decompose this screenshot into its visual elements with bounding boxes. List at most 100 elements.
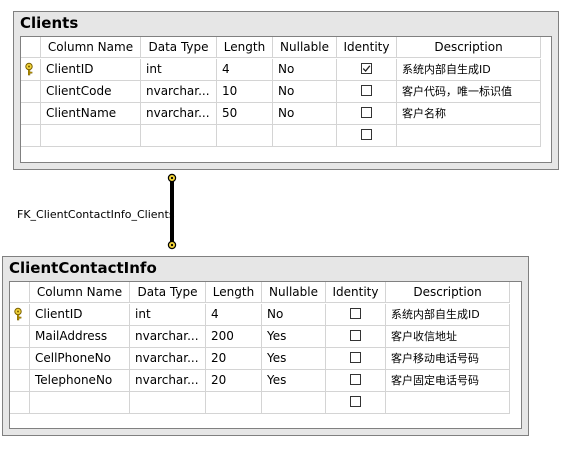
table-client-contact-info[interactable]: ClientContactInfo Column Name Data Type … bbox=[2, 256, 529, 436]
row-selector[interactable] bbox=[10, 370, 30, 392]
identity-cell bbox=[326, 304, 386, 326]
header-row: Column Name Data Type Length Nullable Id… bbox=[21, 37, 551, 58]
column-name-cell[interactable] bbox=[30, 392, 130, 414]
identity-checkbox[interactable] bbox=[361, 129, 372, 140]
column-header-datatype[interactable]: Data Type bbox=[141, 37, 217, 58]
length-cell[interactable] bbox=[217, 125, 273, 147]
identity-checkbox[interactable] bbox=[350, 374, 361, 385]
column-name-cell[interactable]: TelephoneNo bbox=[30, 370, 130, 392]
identity-checkbox[interactable] bbox=[361, 85, 372, 96]
description-cell[interactable]: 系统内部自生成ID bbox=[397, 59, 541, 81]
row-selector[interactable] bbox=[10, 304, 30, 326]
identity-checkbox[interactable] bbox=[350, 330, 361, 341]
identity-checkbox[interactable] bbox=[350, 396, 361, 407]
identity-cell bbox=[326, 326, 386, 348]
new-row[interactable] bbox=[10, 392, 521, 414]
row-selector[interactable] bbox=[21, 125, 41, 147]
row-selector[interactable] bbox=[21, 103, 41, 125]
identity-checkbox[interactable] bbox=[361, 107, 372, 118]
identity-cell bbox=[337, 125, 397, 147]
data-type-cell[interactable]: nvarchar... bbox=[130, 326, 206, 348]
data-type-cell[interactable]: nvarchar... bbox=[130, 370, 206, 392]
length-cell[interactable]: 10 bbox=[217, 81, 273, 103]
relationship-key-icon bbox=[167, 240, 177, 250]
nullable-cell[interactable]: No bbox=[273, 81, 337, 103]
identity-checkbox[interactable] bbox=[361, 63, 372, 74]
table-row[interactable]: ClientName nvarchar... 50 No 客户名称 bbox=[21, 103, 551, 125]
table-row[interactable]: MailAddress nvarchar... 200 Yes 客户收信地址 bbox=[10, 326, 521, 348]
table-row[interactable]: CellPhoneNo nvarchar... 20 Yes 客户移动电话号码 bbox=[10, 348, 521, 370]
column-header-length[interactable]: Length bbox=[206, 282, 262, 303]
description-cell[interactable]: 客户代码，唯一标识值 bbox=[397, 81, 541, 103]
column-header-description[interactable]: Description bbox=[386, 282, 510, 303]
data-type-cell[interactable]: nvarchar... bbox=[141, 81, 217, 103]
column-name-cell[interactable]: CellPhoneNo bbox=[30, 348, 130, 370]
relationship-key-icon bbox=[167, 173, 177, 183]
new-row[interactable] bbox=[21, 125, 551, 147]
column-name-cell[interactable]: ClientName bbox=[41, 103, 141, 125]
nullable-cell[interactable] bbox=[262, 392, 326, 414]
description-cell[interactable]: 客户名称 bbox=[397, 103, 541, 125]
table-row[interactable]: ClientID int 4 No 系统内部自生成ID bbox=[21, 59, 551, 81]
description-cell[interactable]: 客户固定电话号码 bbox=[386, 370, 510, 392]
data-type-cell[interactable] bbox=[130, 392, 206, 414]
column-header-identity[interactable]: Identity bbox=[326, 282, 386, 303]
length-cell[interactable]: 50 bbox=[217, 103, 273, 125]
description-cell[interactable]: 客户移动电话号码 bbox=[386, 348, 510, 370]
column-name-cell[interactable]: ClientID bbox=[30, 304, 130, 326]
column-header-length[interactable]: Length bbox=[217, 37, 273, 58]
row-selector[interactable] bbox=[21, 59, 41, 81]
nullable-cell[interactable]: No bbox=[273, 103, 337, 125]
length-cell[interactable]: 200 bbox=[206, 326, 262, 348]
table-title[interactable]: ClientContactInfo bbox=[9, 257, 522, 278]
length-cell[interactable] bbox=[206, 392, 262, 414]
description-cell[interactable]: 系统内部自生成ID bbox=[386, 304, 510, 326]
row-selector-header bbox=[10, 282, 30, 303]
description-cell[interactable]: 客户收信地址 bbox=[386, 326, 510, 348]
data-type-cell[interactable]: int bbox=[141, 59, 217, 81]
column-header-description[interactable]: Description bbox=[397, 37, 541, 58]
table-row[interactable]: ClientID int 4 No 系统内部自生成ID bbox=[10, 304, 521, 326]
nullable-cell[interactable]: Yes bbox=[262, 370, 326, 392]
nullable-cell[interactable]: No bbox=[273, 59, 337, 81]
identity-cell bbox=[326, 392, 386, 414]
identity-checkbox[interactable] bbox=[350, 308, 361, 319]
primary-key-icon bbox=[14, 307, 22, 321]
table-title[interactable]: Clients bbox=[20, 12, 552, 33]
row-selector[interactable] bbox=[10, 392, 30, 414]
column-header-identity[interactable]: Identity bbox=[337, 37, 397, 58]
column-header-name[interactable]: Column Name bbox=[41, 37, 141, 58]
description-cell[interactable] bbox=[386, 392, 510, 414]
length-cell[interactable]: 4 bbox=[217, 59, 273, 81]
description-cell[interactable] bbox=[397, 125, 541, 147]
length-cell[interactable]: 4 bbox=[206, 304, 262, 326]
column-header-nullable[interactable]: Nullable bbox=[262, 282, 326, 303]
data-type-cell[interactable]: int bbox=[130, 304, 206, 326]
table-row[interactable]: ClientCode nvarchar... 10 No 客户代码，唯一标识值 bbox=[21, 81, 551, 103]
identity-checkbox[interactable] bbox=[350, 352, 361, 363]
column-name-cell[interactable]: ClientID bbox=[41, 59, 141, 81]
data-type-cell[interactable]: nvarchar... bbox=[130, 348, 206, 370]
data-type-cell[interactable] bbox=[141, 125, 217, 147]
nullable-cell[interactable]: Yes bbox=[262, 326, 326, 348]
nullable-cell[interactable]: Yes bbox=[262, 348, 326, 370]
row-selector[interactable] bbox=[10, 348, 30, 370]
table-row[interactable]: TelephoneNo nvarchar... 20 Yes 客户固定电话号码 bbox=[10, 370, 521, 392]
relationship-label[interactable]: FK_ClientContactInfo_Clients bbox=[17, 208, 175, 221]
column-header-datatype[interactable]: Data Type bbox=[130, 282, 206, 303]
column-name-cell[interactable] bbox=[41, 125, 141, 147]
table-grid: Column Name Data Type Length Nullable Id… bbox=[20, 36, 552, 163]
column-name-cell[interactable]: ClientCode bbox=[41, 81, 141, 103]
length-cell[interactable]: 20 bbox=[206, 348, 262, 370]
data-type-cell[interactable]: nvarchar... bbox=[141, 103, 217, 125]
row-selector[interactable] bbox=[21, 81, 41, 103]
column-header-name[interactable]: Column Name bbox=[30, 282, 130, 303]
column-name-cell[interactable]: MailAddress bbox=[30, 326, 130, 348]
nullable-cell[interactable] bbox=[273, 125, 337, 147]
table-grid: Column Name Data Type Length Nullable Id… bbox=[9, 281, 522, 429]
column-header-nullable[interactable]: Nullable bbox=[273, 37, 337, 58]
row-selector[interactable] bbox=[10, 326, 30, 348]
nullable-cell[interactable]: No bbox=[262, 304, 326, 326]
length-cell[interactable]: 20 bbox=[206, 370, 262, 392]
table-clients[interactable]: Clients Column Name Data Type Length Nul… bbox=[13, 11, 559, 170]
